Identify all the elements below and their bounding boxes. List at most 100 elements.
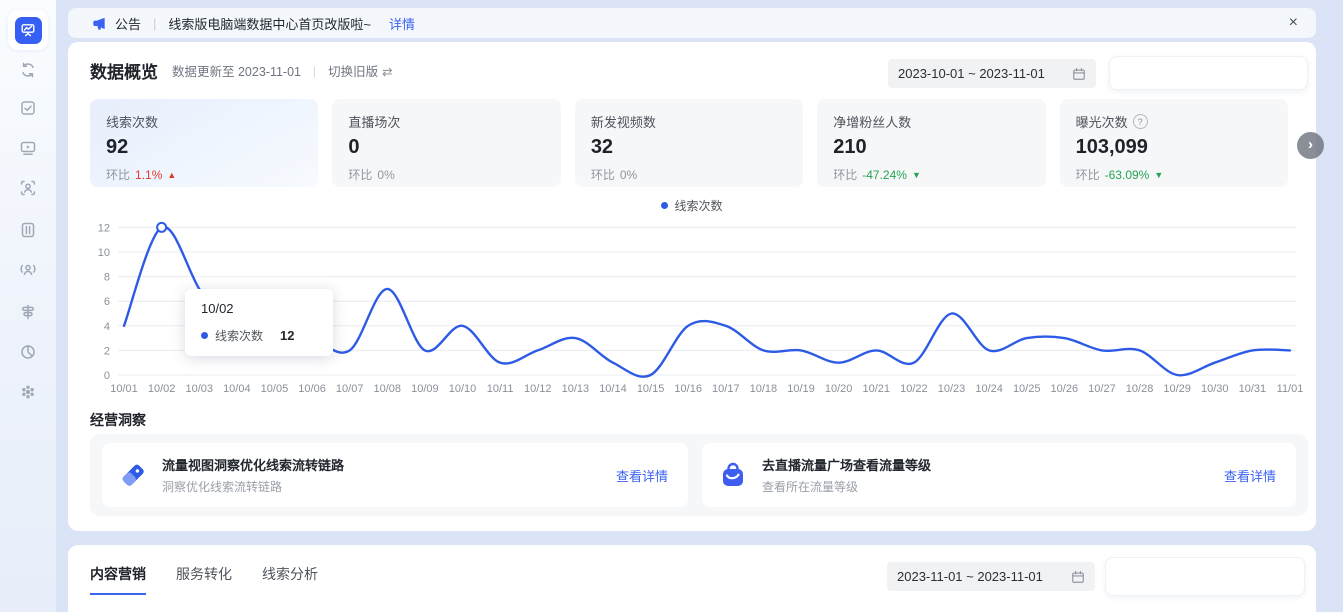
stat-label: 线索次数 xyxy=(106,112,302,131)
svg-text:10/07: 10/07 xyxy=(336,383,364,395)
sidebar-item-video-manage[interactable] xyxy=(19,139,37,157)
svg-text:10/19: 10/19 xyxy=(787,383,815,395)
svg-text:0: 0 xyxy=(104,370,110,382)
svg-text:10/22: 10/22 xyxy=(900,383,928,395)
insight-title: 流量视图洞察优化线索流转链路 xyxy=(162,455,344,474)
svg-text:6: 6 xyxy=(104,296,110,308)
overview-header: 数据概览 数据更新至 2023-11-01 | 切换旧版⇄ xyxy=(90,58,393,83)
stat-compare: 环比 0% xyxy=(348,166,544,183)
tab-service-conversion[interactable]: 服务转化 xyxy=(176,564,232,595)
insight-texts: 去直播流量广场查看流量等级 查看所在流量等级 xyxy=(762,455,931,495)
stat-value: 210 xyxy=(833,136,1029,159)
legend-label: 线索次数 xyxy=(674,197,722,214)
sidebar-item-face-recognition[interactable] xyxy=(19,179,37,197)
stat-value: 92 xyxy=(106,136,302,159)
tab-content-marketing[interactable]: 内容营销 xyxy=(90,564,146,595)
tasks-icon xyxy=(19,99,37,117)
insights-title: 经营洞察 xyxy=(90,410,146,430)
stat-card-net-fans[interactable]: 净增粉丝人数 210 环比 -47.24% ▼ xyxy=(817,99,1045,187)
traffic-tag-icon xyxy=(116,458,150,492)
insight-card-traffic[interactable]: 流量视图洞察优化线索流转链路 洞察优化线索流转链路 查看详情 xyxy=(102,443,688,507)
stat-cards-row: 线索次数 92 环比 1.1% ▲ 直播场次 0 环比 0% 新发视频数 32 xyxy=(90,99,1288,187)
svg-text:10/27: 10/27 xyxy=(1088,383,1116,395)
sidebar-item-tasks[interactable] xyxy=(19,99,37,117)
date-range-picker-bottom[interactable]: 2023-11-01 ~ 2023-11-01 xyxy=(887,562,1095,591)
sidebar-item-settings[interactable] xyxy=(19,383,37,401)
svg-text:10: 10 xyxy=(98,247,110,259)
chart-legend[interactable]: 线索次数 xyxy=(68,197,1316,214)
svg-text:10/29: 10/29 xyxy=(1163,383,1191,395)
overview-card: 数据概览 数据更新至 2023-11-01 | 切换旧版⇄ 2023-10-01… xyxy=(68,42,1316,531)
svg-text:10/04: 10/04 xyxy=(223,383,251,395)
page-title: 数据概览 xyxy=(90,58,158,83)
announcement-badge: 公告 xyxy=(115,14,141,33)
stat-label: 曝光次数 ? xyxy=(1076,112,1272,131)
svg-text:10/20: 10/20 xyxy=(825,383,853,395)
date-range-value: 2023-10-01 ~ 2023-11-01 xyxy=(898,66,1045,81)
tooltip-series-row: 线索次数 12 xyxy=(201,327,317,344)
switch-old-version-link[interactable]: 切换旧版⇄ xyxy=(328,61,393,80)
svg-text:10/10: 10/10 xyxy=(449,383,477,395)
insights-strip: 流量视图洞察优化线索流转链路 洞察优化线索流转链路 查看详情 去直播流量广场查看… xyxy=(90,434,1308,516)
svg-text:10/30: 10/30 xyxy=(1201,383,1229,395)
svg-text:10/31: 10/31 xyxy=(1239,383,1267,395)
stat-card-impressions[interactable]: 曝光次数 ? 103,099 环比 -63.09% ▼ xyxy=(1060,99,1288,187)
stat-value: 103,099 xyxy=(1076,136,1272,159)
sidebar xyxy=(0,0,56,612)
sidebar-item-sync[interactable] xyxy=(19,61,37,79)
stat-compare: 环比 -63.09% ▼ xyxy=(1076,166,1272,183)
help-icon[interactable]: ? xyxy=(1133,114,1148,129)
date-range-picker-top[interactable]: 2023-10-01 ~ 2023-11-01 xyxy=(888,59,1096,88)
account-select[interactable] xyxy=(1109,56,1308,90)
svg-text:10/24: 10/24 xyxy=(975,383,1003,395)
bottom-tabs: 内容营销 服务转化 线索分析 xyxy=(90,564,318,595)
svg-text:10/15: 10/15 xyxy=(637,383,665,395)
announcement-detail-link[interactable]: 详情 xyxy=(389,14,415,33)
svg-text:10/01: 10/01 xyxy=(110,383,138,395)
tooltip-series-label: 线索次数 xyxy=(215,327,263,344)
stat-compare: 环比 1.1% ▲ xyxy=(106,166,302,183)
stat-compare: 环比 -47.24% ▼ xyxy=(833,166,1029,183)
sidebar-item-pie-analysis[interactable] xyxy=(19,343,37,361)
view-detail-link[interactable]: 查看详情 xyxy=(616,466,668,485)
calendar-icon xyxy=(1072,67,1086,81)
carousel-next-button[interactable]: › xyxy=(1297,132,1324,159)
svg-text:10/25: 10/25 xyxy=(1013,383,1041,395)
stat-card-live-sessions[interactable]: 直播场次 0 环比 0% xyxy=(332,99,560,187)
calendar-icon xyxy=(1071,570,1085,584)
svg-text:10/05: 10/05 xyxy=(261,383,289,395)
stat-card-leads[interactable]: 线索次数 92 环比 1.1% ▲ xyxy=(90,99,318,187)
stat-label: 直播场次 xyxy=(348,112,544,131)
filter-select[interactable] xyxy=(1105,557,1305,596)
chart-tooltip: 10/02 线索次数 12 xyxy=(185,289,333,356)
close-icon[interactable]: × xyxy=(1285,13,1302,33)
bottom-section-card: 内容营销 服务转化 线索分析 2023-11-01 ~ 2023-11-01 xyxy=(68,545,1316,612)
sidebar-item-signpost[interactable] xyxy=(19,303,37,321)
view-detail-link[interactable]: 查看详情 xyxy=(1224,466,1276,485)
tooltip-series-dot xyxy=(201,332,208,339)
trend-down-icon: ▼ xyxy=(1154,170,1163,180)
stat-label: 新发视频数 xyxy=(591,112,787,131)
sidebar-item-team[interactable] xyxy=(19,261,37,279)
legend-dot xyxy=(661,202,668,209)
signpost-icon xyxy=(19,303,37,321)
megaphone-icon xyxy=(92,16,107,31)
sidebar-item-ledger[interactable] xyxy=(19,221,37,239)
switch-icon: ⇄ xyxy=(382,65,392,79)
insight-card-live-traffic[interactable]: 去直播流量广场查看流量等级 查看所在流量等级 查看详情 xyxy=(702,443,1296,507)
chevron-right-icon: › xyxy=(1308,136,1313,153)
trend-up-icon: ▲ xyxy=(167,170,176,180)
sidebar-item-data-board[interactable] xyxy=(8,10,48,50)
svg-text:10/21: 10/21 xyxy=(862,383,890,395)
team-icon xyxy=(19,261,37,279)
svg-text:10/26: 10/26 xyxy=(1051,383,1079,395)
insight-subtitle: 查看所在流量等级 xyxy=(762,478,931,495)
stat-compare: 环比 0% xyxy=(591,166,787,183)
svg-text:10/28: 10/28 xyxy=(1126,383,1154,395)
insight-subtitle: 洞察优化线索流转链路 xyxy=(162,478,344,495)
svg-text:8: 8 xyxy=(104,272,110,284)
svg-text:10/11: 10/11 xyxy=(487,383,514,395)
svg-text:10/06: 10/06 xyxy=(298,383,326,395)
tab-lead-analysis[interactable]: 线索分析 xyxy=(262,564,318,595)
stat-card-new-videos[interactable]: 新发视频数 32 环比 0% xyxy=(575,99,803,187)
